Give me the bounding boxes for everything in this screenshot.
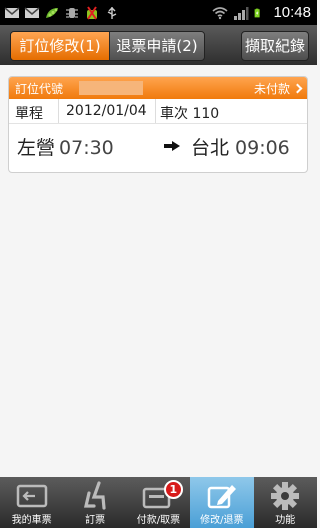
chevron-right-icon xyxy=(292,83,303,94)
mail-icon xyxy=(4,6,20,18)
my-ticket-icon xyxy=(16,484,47,508)
signal-icon xyxy=(234,6,249,20)
arrival-time: 09:06 xyxy=(235,137,290,159)
nav-label: 付款/取票 xyxy=(136,515,181,526)
booking-code-redacted xyxy=(79,81,143,95)
payment-status-label: 未付款 xyxy=(253,82,290,96)
gear-icon xyxy=(271,482,300,510)
arrow-right-icon xyxy=(164,141,180,151)
departure-time: 07:30 xyxy=(59,137,114,159)
trip-info-row: 單程 2012/01/04 車次 110 xyxy=(9,99,307,123)
bottom-nav: 我的車票 訂票 1 付款/取票 修改/退票 功能 xyxy=(0,477,317,528)
status-bar: 10:48 xyxy=(0,0,317,25)
nav-label: 修改/退票 xyxy=(200,515,244,526)
nav-label: 功能 xyxy=(275,515,296,526)
arrival: 台北 09:06 xyxy=(191,133,290,160)
system-icons: 10:48 xyxy=(212,3,311,22)
payment-status[interactable]: 未付款 xyxy=(253,80,303,97)
pea-pod-icon xyxy=(46,7,58,18)
tab-booking-modify[interactable]: 訂位修改(1) xyxy=(11,32,109,60)
main-content: 訂位代號 未付款 單程 2012/01/04 車次 110 左營 07:30 台北… xyxy=(0,65,317,477)
mail-icon xyxy=(24,6,40,18)
divider xyxy=(9,123,307,124)
nav-functions[interactable]: 功能 xyxy=(254,477,317,528)
nav-label: 我的車票 xyxy=(11,515,52,526)
booking-card[interactable]: 訂位代號 未付款 單程 2012/01/04 車次 110 左營 07:30 台北… xyxy=(8,76,308,173)
android-blocked-icon xyxy=(87,5,97,20)
departure: 左營 07:30 xyxy=(17,133,114,160)
nav-modify-refund[interactable]: 修改/退票 xyxy=(190,477,254,528)
top-toolbar: 訂位修改(1) 退票申請(2) 擷取紀錄 xyxy=(0,25,317,65)
usb-icon xyxy=(107,6,117,19)
departure-station: 左營 xyxy=(17,137,56,159)
notification-icons xyxy=(4,3,120,22)
booking-code-label: 訂位代號 xyxy=(15,82,64,96)
route-row: 左營 07:30 台北 09:06 xyxy=(9,129,307,160)
nav-label: 訂票 xyxy=(85,515,106,526)
divider xyxy=(58,99,59,123)
fetch-records-button[interactable]: 擷取紀錄 xyxy=(241,31,309,61)
train-number: 車次 110 xyxy=(160,106,220,122)
nav-my-tickets[interactable]: 我的車票 xyxy=(0,477,63,528)
booking-card-header: 訂位代號 未付款 xyxy=(9,77,307,99)
tab-refund-request[interactable]: 退票申請(2) xyxy=(109,32,204,60)
clock: 10:48 xyxy=(273,4,311,21)
arrival-station: 台北 xyxy=(191,137,230,159)
notification-badge: 1 xyxy=(163,480,183,499)
trip-date: 2012/01/04 xyxy=(66,103,147,119)
tab-group: 訂位修改(1) 退票申請(2) xyxy=(10,31,205,61)
trip-type: 單程 xyxy=(15,106,43,122)
nav-book-ticket[interactable]: 訂票 xyxy=(63,477,126,528)
divider xyxy=(155,99,156,123)
wifi-icon xyxy=(212,6,228,19)
usb-debug-icon xyxy=(66,7,78,18)
nav-payment[interactable]: 1 付款/取票 xyxy=(127,477,190,528)
edit-icon xyxy=(207,485,236,509)
seat-icon xyxy=(84,481,106,510)
battery-icon xyxy=(255,8,261,17)
